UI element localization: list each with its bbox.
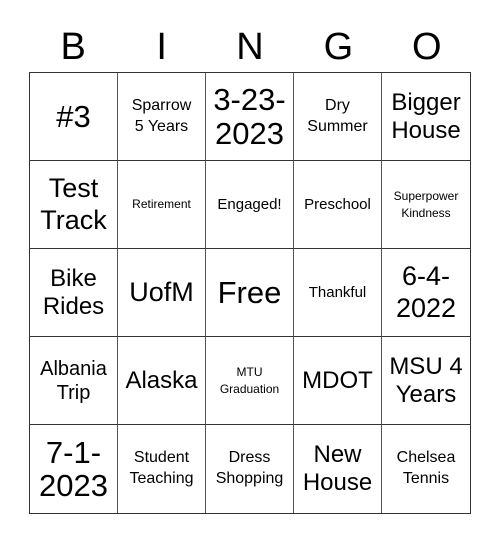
cell-label: Bike Rides: [42, 264, 105, 320]
cell-label: #3: [56, 98, 91, 134]
cell-label: Bigger House: [391, 88, 461, 144]
cell-label: MSU 4 Years: [389, 352, 463, 408]
cell-label: Student Teaching: [129, 449, 194, 487]
bingo-cell-r4c5[interactable]: MSU 4 Years: [382, 337, 470, 425]
cell-label: Engaged!: [217, 195, 282, 213]
cell-label: Dry Summer: [307, 96, 368, 135]
bingo-cell-r5c2[interactable]: Student Teaching: [118, 425, 206, 513]
bingo-cell-r4c2[interactable]: Alaska: [118, 337, 206, 425]
bingo-cell-r3c4[interactable]: Thankful: [294, 249, 382, 337]
bingo-cell-r2c1[interactable]: Test Track: [30, 161, 118, 249]
bingo-cell-r4c4[interactable]: MDOT: [294, 337, 382, 425]
cell-label: Retirement: [132, 197, 191, 212]
bingo-cell-r5c5[interactable]: Chelsea Tennis: [382, 425, 470, 513]
cell-label: MDOT: [302, 366, 373, 394]
bingo-cell-r2c3[interactable]: Engaged!: [206, 161, 294, 249]
bingo-cell-r2c4[interactable]: Preschool: [294, 161, 382, 249]
header-letter-g: G: [323, 26, 354, 68]
header-letter-i: I: [156, 26, 167, 68]
bingo-cell-r5c4[interactable]: New House: [294, 425, 382, 513]
bingo-cell-r5c3[interactable]: Dress Shopping: [206, 425, 294, 513]
cell-label: Chelsea Tennis: [396, 449, 456, 487]
bingo-cell-r1c5[interactable]: Bigger House: [382, 73, 470, 161]
bingo-header: B I N G O: [29, 18, 471, 72]
cell-label: Preschool: [304, 195, 371, 213]
bingo-cell-r3c5[interactable]: 6-4- 2022: [382, 249, 470, 337]
cell-label: UofM: [129, 276, 194, 307]
header-letter-b: B: [60, 26, 86, 68]
cell-label: 7-1- 2023: [39, 434, 108, 503]
free-space-cell-r3c3[interactable]: Free: [206, 249, 294, 337]
cell-label: Sparrow 5 Years: [131, 96, 192, 135]
cell-label: Alaska: [125, 366, 198, 394]
bingo-cell-r1c2[interactable]: Sparrow 5 Years: [118, 73, 206, 161]
bingo-cell-r4c1[interactable]: Albania Trip: [30, 337, 118, 425]
cell-label: Free: [217, 274, 282, 310]
cell-label: Superpower Kindness: [393, 188, 459, 220]
bingo-cell-r1c4[interactable]: Dry Summer: [294, 73, 382, 161]
cell-label: Thankful: [308, 283, 367, 301]
bingo-cell-r3c2[interactable]: UofM: [118, 249, 206, 337]
bingo-cell-r1c3[interactable]: 3-23- 2023: [206, 73, 294, 161]
cell-label: MTU Graduation: [219, 364, 280, 396]
cell-label: Albania Trip: [40, 357, 107, 404]
cell-label: 6-4- 2022: [395, 261, 457, 323]
bingo-cell-r3c1[interactable]: Bike Rides: [30, 249, 118, 337]
header-letter-n: N: [236, 26, 264, 68]
bingo-cell-r2c2[interactable]: Retirement: [118, 161, 206, 249]
header-letter-o: O: [412, 26, 442, 68]
cell-label: 3-23- 2023: [213, 82, 286, 151]
bingo-cell-r5c1[interactable]: 7-1- 2023: [30, 425, 118, 513]
cell-label: New House: [302, 441, 373, 496]
bingo-cell-r2c5[interactable]: Superpower Kindness: [382, 161, 470, 249]
cell-label: Dress Shopping: [215, 449, 284, 487]
bingo-cell-r1c1[interactable]: #3: [30, 73, 118, 161]
cell-label: Test Track: [40, 173, 107, 235]
bingo-cell-r4c3[interactable]: MTU Graduation: [206, 337, 294, 425]
bingo-board: #3 Sparrow 5 Years 3-23- 2023 Dry Summer Big…: [29, 72, 471, 514]
